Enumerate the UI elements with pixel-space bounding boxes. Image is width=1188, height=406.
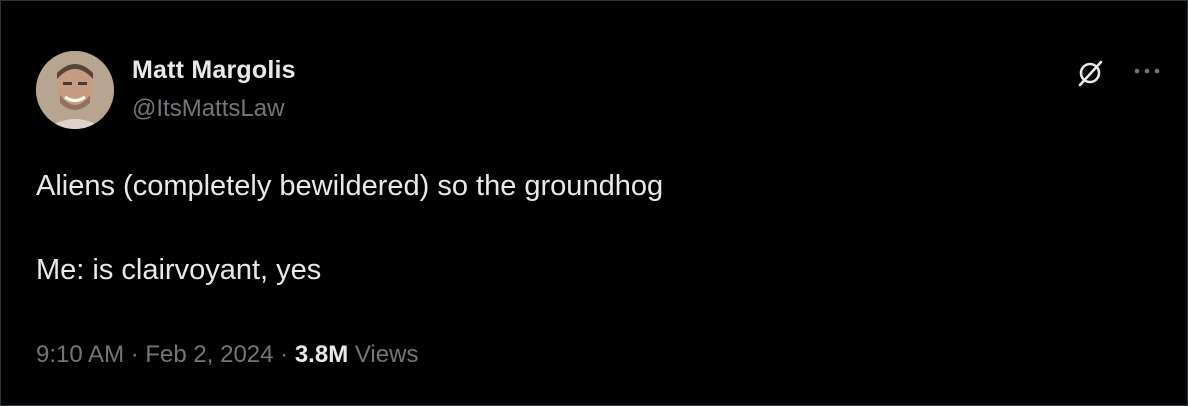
meta-separator: · [273,341,295,368]
views-link[interactable]: 3.8M Views [295,341,419,368]
tweet-meta: 9:10 AM · Feb 2, 2024 · 3.8M Views [36,341,418,369]
tweet-time: 9:10 AM [36,341,125,368]
meta-separator: · [124,341,146,368]
tweet-text: Aliens (completely bewildered) so the gr… [36,165,1136,291]
tweet-time-link[interactable]: 9:10 AM · Feb 2, 2024 [36,341,274,368]
author-handle[interactable]: @ItsMattsLaw [132,95,284,123]
tweet-text-line: Aliens (completely bewildered) so the gr… [36,170,664,202]
tweet-text-line: Me: is clairvoyant, yes [36,254,322,286]
avatar[interactable] [36,51,114,129]
views-count: 3.8M [294,341,349,368]
views-label: Views [348,341,419,368]
author-display-name[interactable]: Matt Margolis [132,56,296,85]
tweet-date: Feb 2, 2024 [145,341,274,368]
more-options-icon [1134,68,1160,74]
grok-button[interactable] [1071,53,1111,93]
tweet-card: Matt Margolis @ItsMattsLaw Aliens (compl… [0,0,1188,406]
more-options-button[interactable] [1127,53,1167,89]
avatar-photo-icon [36,51,114,129]
grok-icon [1078,60,1103,87]
